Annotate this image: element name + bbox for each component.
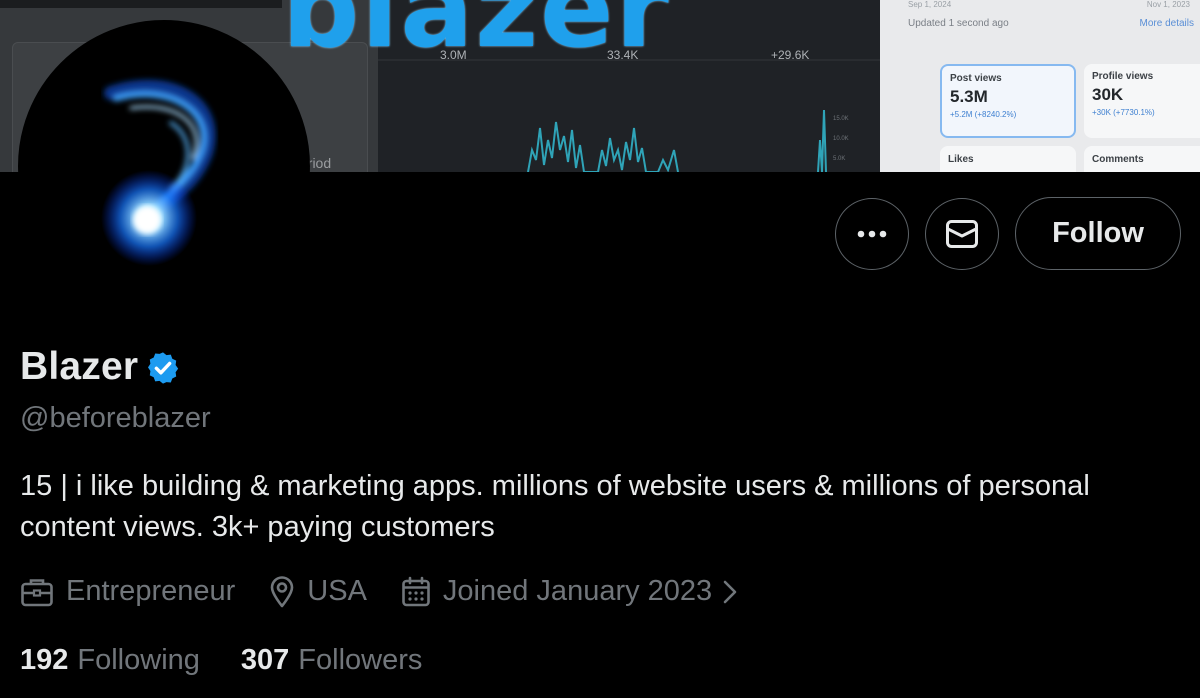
banner-top-bar	[0, 0, 282, 8]
blue-flame-avatar-image	[21, 23, 307, 309]
profile-bio: 15 | i like building & marketing apps. m…	[20, 466, 1195, 548]
occupation-text: Entrepreneur	[66, 575, 236, 607]
briefcase-icon	[21, 578, 53, 606]
metric-card: Comments	[1084, 146, 1200, 172]
following-link[interactable]: 192 Following	[20, 644, 200, 677]
display-name: Blazer	[20, 345, 139, 388]
joined-text: Joined January 2023	[442, 575, 713, 607]
banner-logo-text: blazer	[282, 0, 671, 72]
metric-delta: +30K (+7730.1%)	[1092, 108, 1155, 117]
location-item: USA	[269, 575, 367, 608]
profile-handle: @beforeblazer	[20, 402, 211, 434]
chevron-right-icon[interactable]	[722, 579, 738, 605]
following-label: Following	[77, 644, 200, 676]
metric-delta: +5.2M (+8240.2%)	[950, 110, 1017, 119]
more-icon	[857, 230, 887, 238]
bio-line: 15 | i like building & marketing apps. m…	[20, 470, 1090, 502]
svg-text:5.0K: 5.0K	[833, 156, 845, 162]
metric-card: Likes	[940, 146, 1076, 172]
profile-avatar[interactable]	[18, 20, 310, 312]
banner-updated-text: Updated 1 second ago	[908, 18, 1009, 29]
message-button[interactable]	[925, 198, 999, 270]
metric-card: Profile views 30K +30K (+7730.1%)	[1084, 64, 1200, 138]
follow-button[interactable]: Follow	[1015, 197, 1181, 270]
more-options-button[interactable]	[835, 198, 909, 270]
joined-item[interactable]: Joined January 2023	[401, 575, 712, 608]
metric-label: Post views	[950, 73, 1002, 84]
follow-stats: 192 Following 307 Followers	[20, 644, 463, 677]
svg-text:10.0K: 10.0K	[833, 136, 849, 142]
banner-analytics-panel: Sep 1, 2024 Nov 1, 2023 Updated 1 second…	[880, 0, 1200, 172]
svg-text:15.0K: 15.0K	[833, 116, 849, 122]
verified-badge-icon[interactable]	[145, 350, 181, 386]
banner-date: Sep 1, 2024	[908, 0, 952, 9]
following-count: 192	[20, 644, 69, 676]
metric-label: Profile views	[1092, 71, 1154, 82]
followers-label: Followers	[298, 644, 423, 676]
metric-value: 30K	[1092, 85, 1124, 104]
followers-link[interactable]: 307 Followers	[241, 644, 422, 677]
metric-value: 5.3M	[950, 87, 988, 106]
location-text: USA	[307, 575, 367, 607]
calendar-icon	[402, 576, 430, 606]
banner-date: Nov 1, 2023	[1146, 0, 1190, 9]
profile-meta-row: Entrepreneur USA Joined January 2023	[20, 575, 738, 608]
mail-icon	[946, 220, 978, 248]
banner-more-details: More details	[1139, 18, 1194, 29]
bio-line: content views. 3k+ paying customers	[20, 511, 495, 543]
location-pin-icon	[270, 575, 294, 607]
profile-name-row: Blazer	[20, 345, 181, 389]
followers-count: 307	[240, 644, 290, 676]
occupation-item: Entrepreneur	[20, 575, 235, 608]
metric-card: Post views 5.3M +5.2M (+8240.2%)	[940, 64, 1076, 138]
